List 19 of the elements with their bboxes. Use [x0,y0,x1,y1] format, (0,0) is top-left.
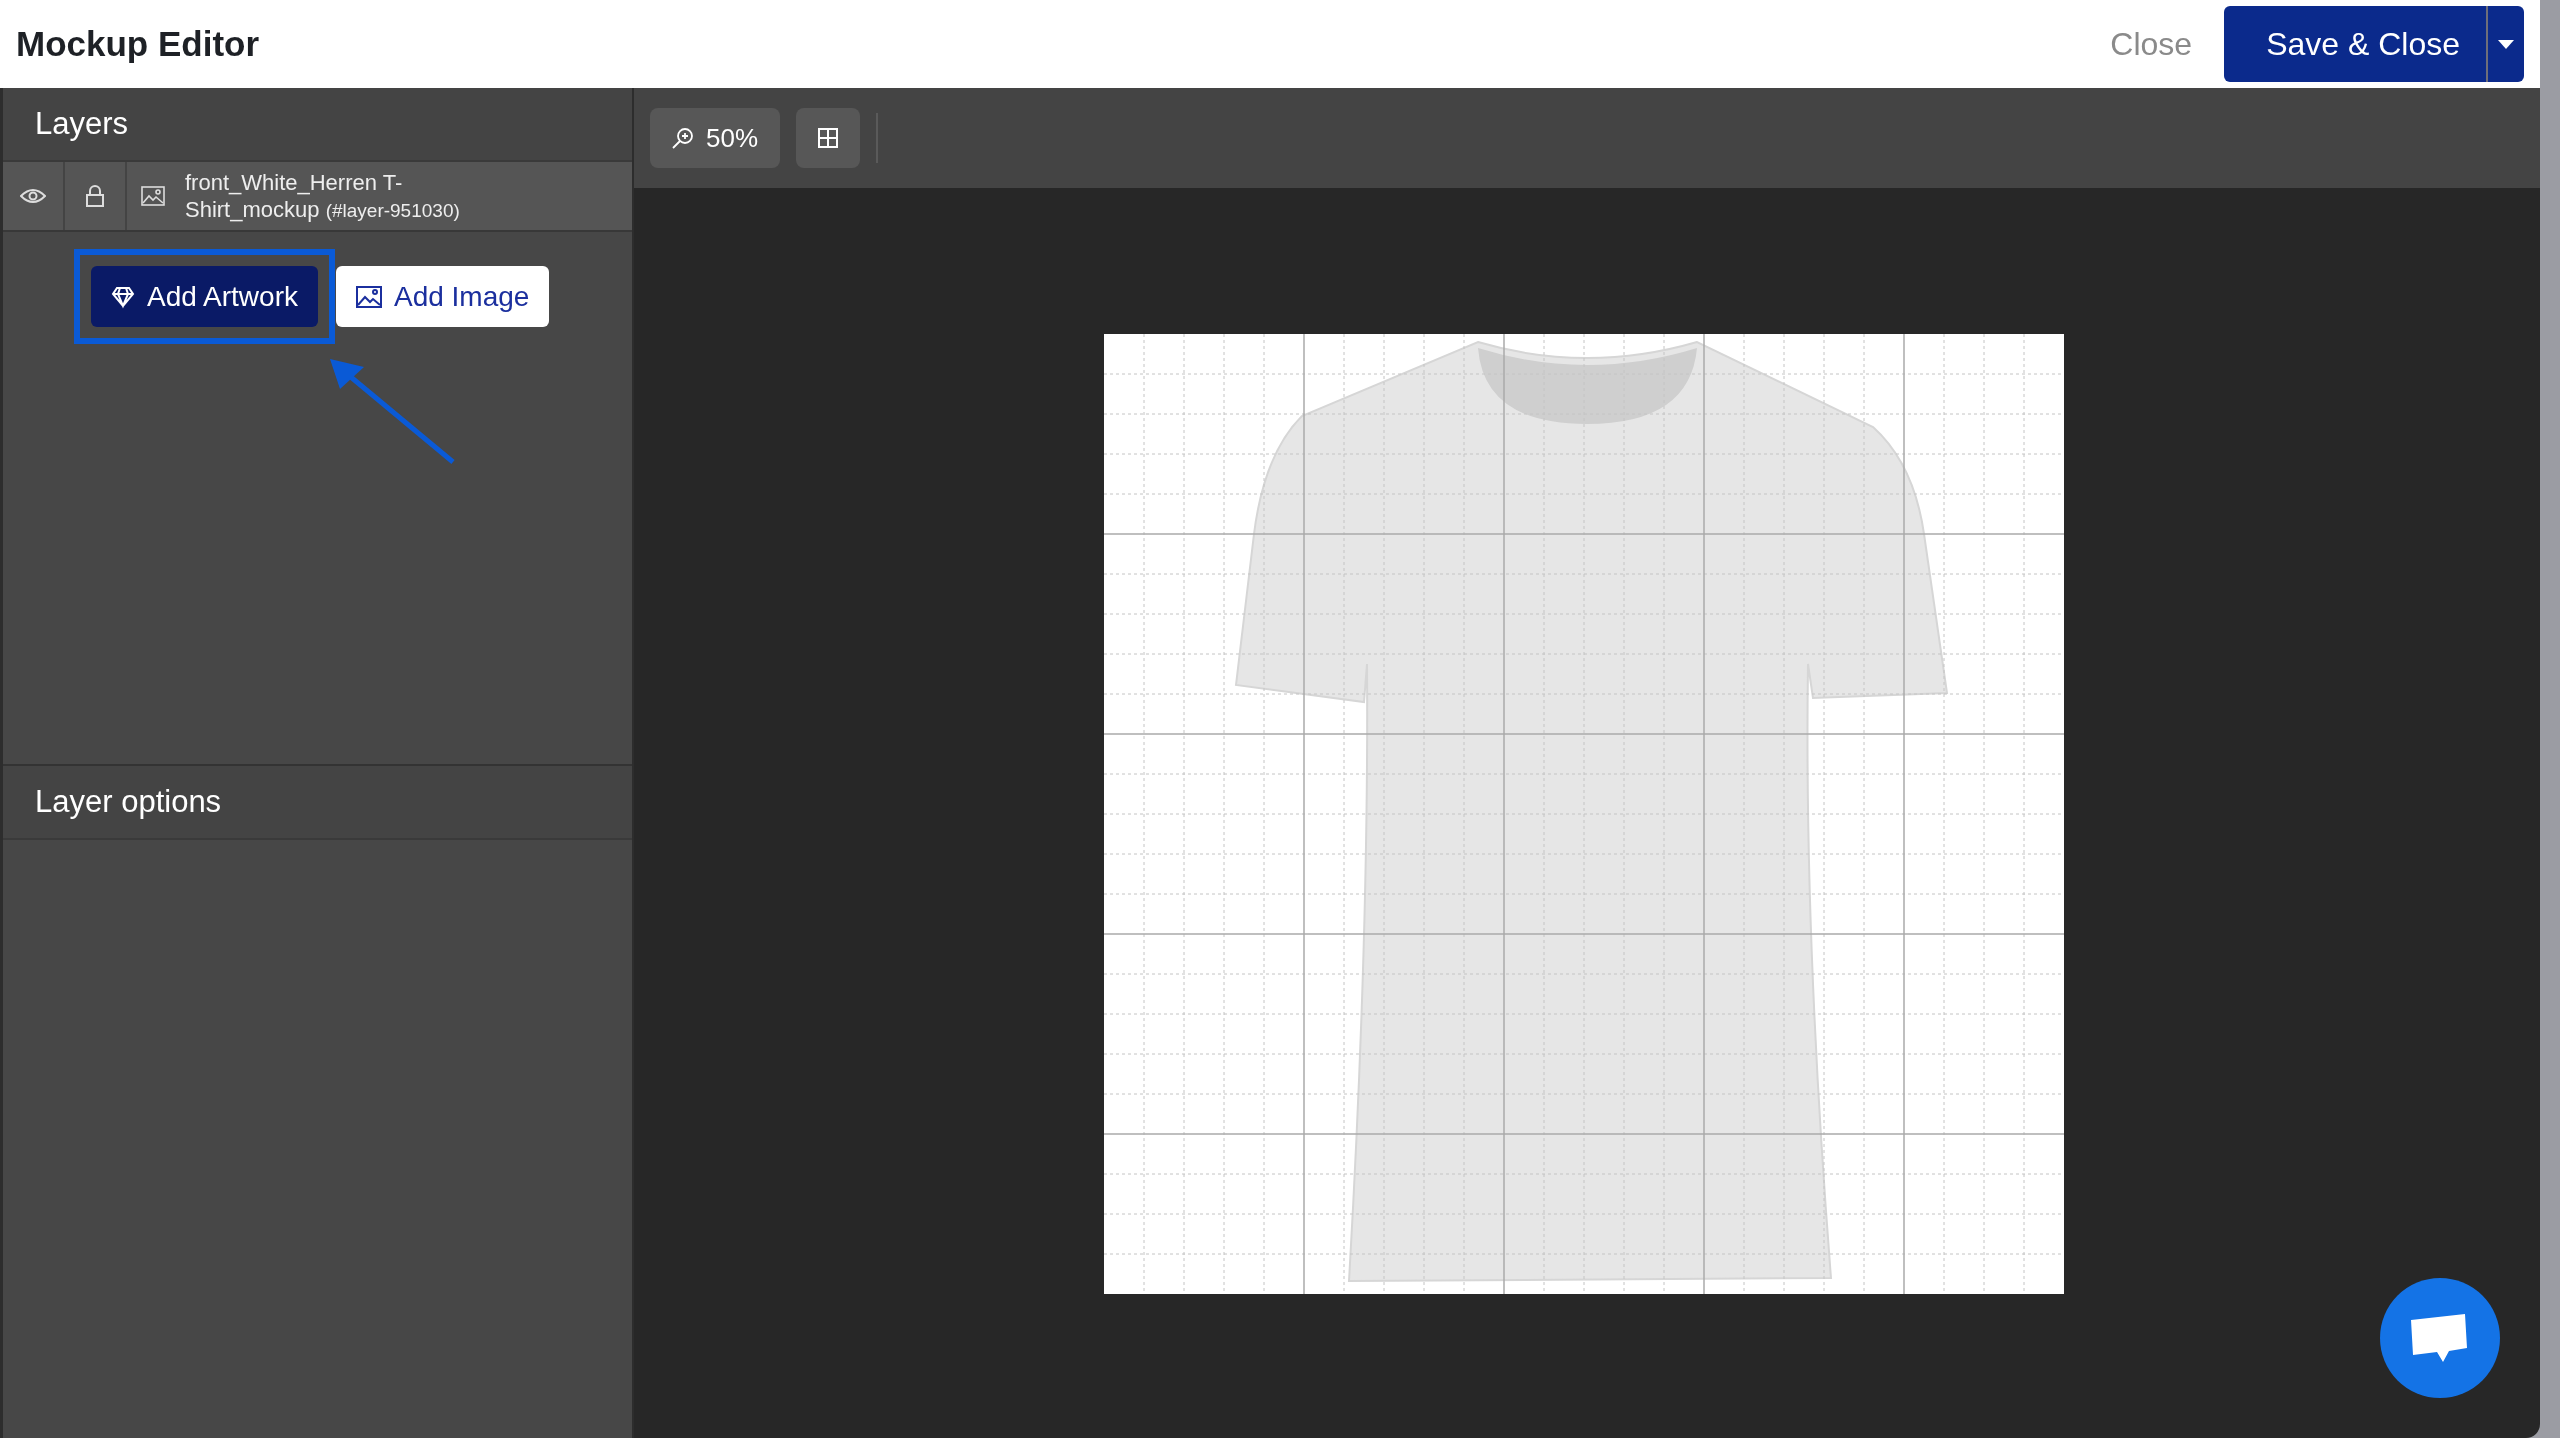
grid-toggle-button[interactable] [796,108,861,168]
add-image-button[interactable]: Add Image [335,266,550,327]
image-icon [355,285,382,308]
eye-icon[interactable] [20,188,46,204]
panel-header: Layer options [3,764,632,840]
layer-row[interactable]: front_White_Herren T-Shirt_mockup (#layer-951030) [3,162,632,232]
lock-icon[interactable] [86,185,104,207]
zoom-button[interactable]: 50% [650,108,781,168]
layer-name: front_White_Herren T-Shirt_mockup (#layer-951030) [185,168,461,224]
diamond-icon [111,284,135,309]
grid-icon [818,128,839,148]
save-close-button[interactable]: Save & Close [2224,6,2486,82]
image-icon [141,186,165,206]
chat-bubble-icon [2411,1314,2469,1362]
window-title: Mockup Editor [16,24,261,64]
add-artwork-button[interactable]: Add Artwork [91,266,318,327]
dropdown-button[interactable] [2486,6,2524,82]
caret-icon [2498,39,2514,49]
zoom-icon [672,127,694,149]
